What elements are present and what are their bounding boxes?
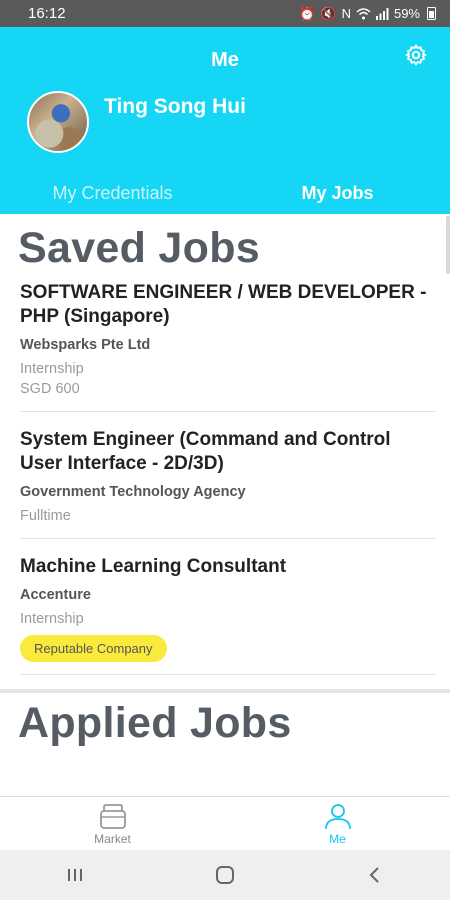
nav-me-label: Me [329,832,346,846]
home-icon [216,866,234,884]
battery-percent: 59% [393,6,420,21]
back-button[interactable] [345,855,405,895]
job-company: Websparks Pte Ltd [20,337,151,353]
recent-apps-button[interactable] [45,855,105,895]
market-icon [99,804,126,829]
job-type: Internship [20,611,84,627]
avatar[interactable] [27,91,89,153]
wifi-icon [356,7,371,19]
job-salary: SGD 600 [20,381,80,397]
job-title: Machine Learning Consultant [20,556,287,577]
nav-market-label: Market [94,832,131,846]
status-time: 16:12 [28,5,66,22]
saved-jobs-title: Saved Jobs [18,224,260,272]
job-card[interactable]: SOFTWARE ENGINEER / WEB DEVELOPER - PHP … [20,281,436,412]
signal-icon [375,7,389,20]
alarm-icon: ⏰ [299,5,316,21]
battery-icon [427,7,436,20]
nav-me[interactable]: Me [225,797,450,850]
page-title: Me [211,49,239,71]
system-nav-bar [0,850,450,900]
jobs-content[interactable]: Saved Jobs SOFTWARE ENGINEER / WEB DEVEL… [0,214,450,796]
profile-header: Me Ting Song Hui My Credentials My Jobs [0,27,450,214]
job-company: Government Technology Agency [20,484,246,500]
gear-icon[interactable] [404,43,428,67]
status-icons: ⏰ 🔇 N 59% [299,6,436,22]
section-divider [0,689,450,693]
job-company: Accenture [20,587,91,603]
bottom-nav: Market Me [0,796,450,850]
job-type: Internship [20,361,84,377]
job-title: SOFTWARE ENGINEER / WEB DEVELOPER - PHP … [20,282,427,327]
tab-my-jobs[interactable]: My Jobs [225,183,450,204]
recent-apps-icon [68,869,82,881]
tab-my-credentials[interactable]: My Credentials [0,183,225,204]
mute-icon: 🔇 [320,5,337,21]
status-bar: 16:12 ⏰ 🔇 N 59% [0,0,450,27]
nfc-icon: N [341,6,351,21]
nav-market[interactable]: Market [0,797,225,850]
applied-jobs-title: Applied Jobs [18,699,292,747]
user-name: Ting Song Hui [104,95,246,118]
reputable-company-badge: Reputable Company [20,635,167,662]
job-type: Fulltime [20,508,71,524]
back-icon [369,867,379,883]
job-title: System Engineer (Command and Control Use… [20,429,391,474]
job-card[interactable]: Machine Learning Consultant Accenture In… [20,539,436,675]
profile-tabs: My Credentials My Jobs [0,183,450,204]
profile-icon [324,804,351,830]
scrollbar[interactable] [446,216,450,274]
job-card[interactable]: System Engineer (Command and Control Use… [20,412,436,539]
home-button[interactable] [195,855,255,895]
